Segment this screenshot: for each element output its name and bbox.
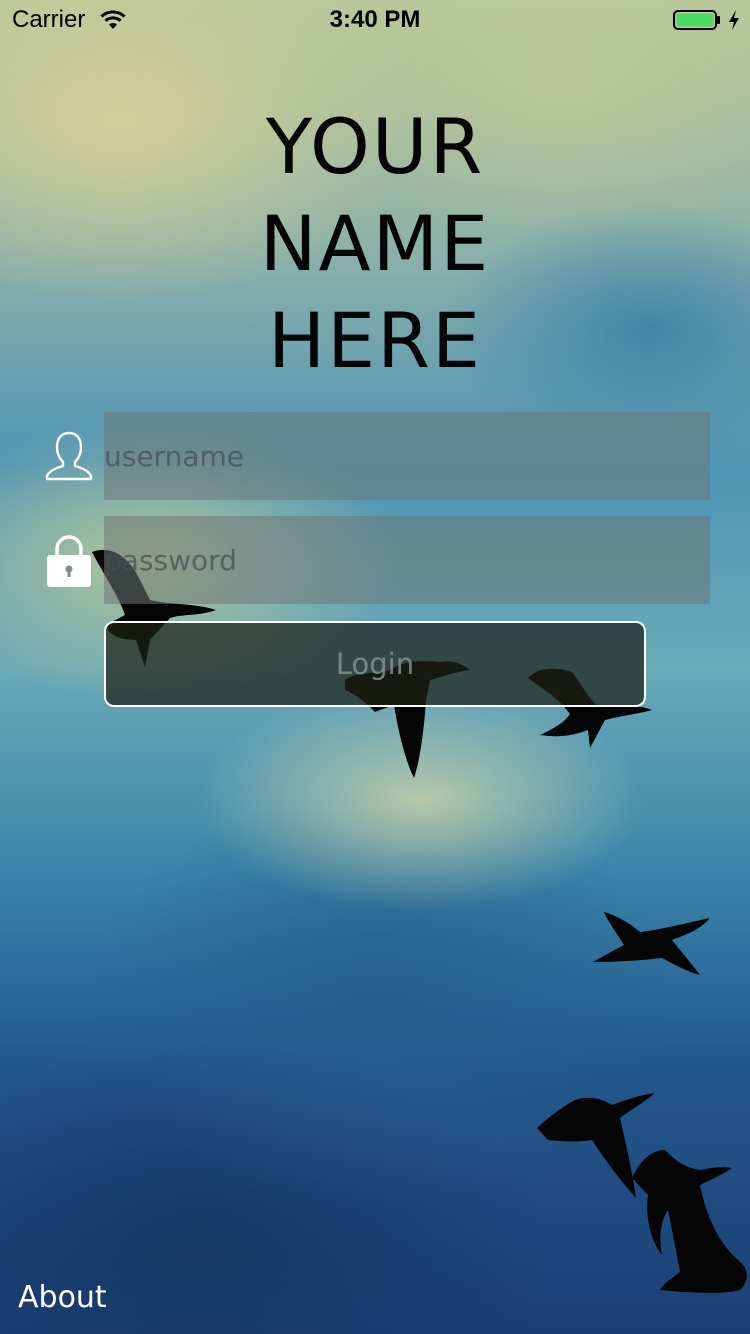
app-title: YOUR NAME HERE (0, 98, 750, 389)
user-icon (45, 431, 93, 481)
charging-bolt-icon (729, 10, 739, 30)
username-input[interactable] (104, 412, 710, 500)
lock-icon (47, 535, 91, 587)
about-link[interactable]: About (18, 1280, 107, 1315)
battery-icon (673, 10, 720, 30)
app-title-line-3: HERE (268, 296, 482, 385)
app-title-line-1: YOUR (265, 102, 485, 191)
password-input[interactable] (104, 516, 710, 604)
login-screen: Carrier 3:40 PM YOUR NAME HERE username … (0, 0, 750, 1334)
app-title-line-2: NAME (259, 199, 491, 288)
status-bar: Carrier 3:40 PM (0, 0, 750, 40)
status-time: 3:40 PM (329, 6, 421, 33)
login-button[interactable]: Login (104, 621, 646, 707)
